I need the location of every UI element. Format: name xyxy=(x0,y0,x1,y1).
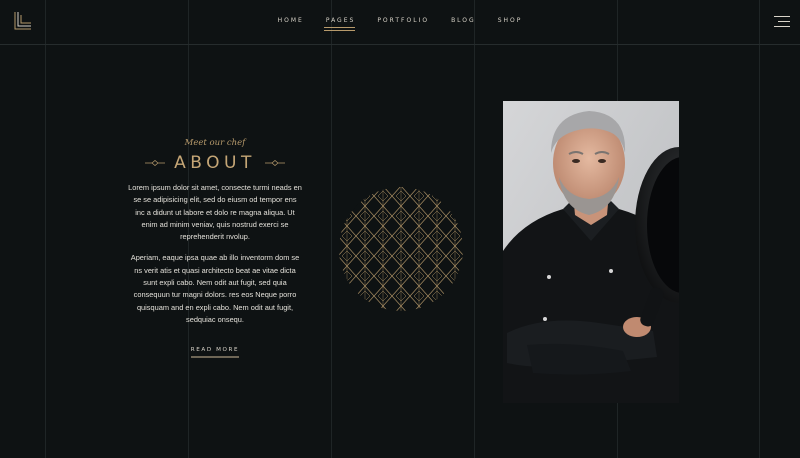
chef-photo xyxy=(503,101,679,403)
guide-line xyxy=(759,0,760,458)
art-deco-pattern xyxy=(339,187,463,311)
ornament-icon xyxy=(264,160,285,166)
title-row: ABOUT xyxy=(128,153,302,173)
guide-line xyxy=(331,0,332,458)
main-nav: HOME PAGES PORTFOLIO BLOG SHOP xyxy=(0,17,800,28)
nav-portfolio[interactable]: PORTFOLIO xyxy=(366,17,440,24)
nav-shop[interactable]: SHOP xyxy=(487,17,534,24)
nav-blog[interactable]: BLOG xyxy=(440,17,487,24)
guide-line xyxy=(45,0,46,458)
about-paragraph-1: Lorem ipsum dolor sit amet, consecte tur… xyxy=(128,183,302,242)
section-eyebrow: Meet our chef xyxy=(184,138,246,148)
guide-line xyxy=(474,0,475,458)
page-title: ABOUT xyxy=(174,153,256,173)
about-paragraph-2: Aperiam, eaque ipsa quae ab illo invento… xyxy=(130,253,300,324)
hamburger-menu-icon[interactable] xyxy=(774,15,790,29)
read-more-button[interactable]: READ MORE xyxy=(190,347,240,359)
about-section: Meet our chef ABOUT Lorem ipsum dolor si… xyxy=(128,138,302,359)
header-divider xyxy=(0,44,800,45)
nav-home[interactable]: HOME xyxy=(267,17,315,24)
ornament-icon xyxy=(145,160,166,166)
nav-pages[interactable]: PAGES xyxy=(315,17,366,28)
